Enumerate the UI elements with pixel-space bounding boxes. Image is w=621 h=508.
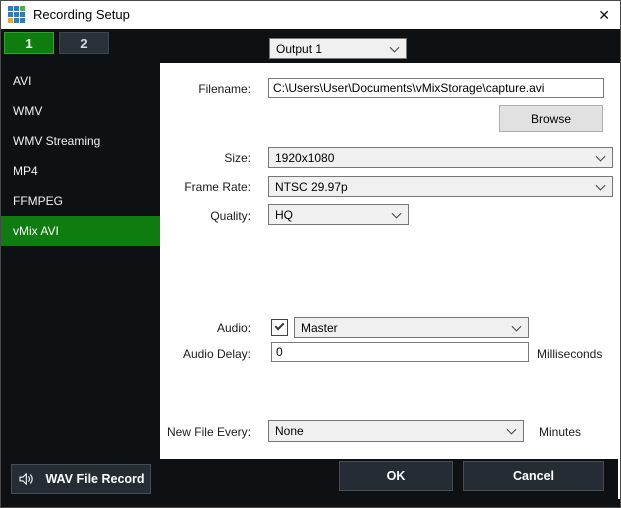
chevron-down-icon	[511, 321, 522, 332]
sidebar-item-avi[interactable]: AVI	[1, 66, 160, 96]
titlebar: Recording Setup ✕	[1, 1, 620, 29]
vmix-logo-icon	[8, 6, 26, 24]
cancel-button-label: Cancel	[513, 469, 554, 483]
chevron-down-icon	[506, 424, 517, 435]
minutes-label: Minutes	[539, 425, 582, 439]
audio-delay-input[interactable]	[271, 342, 529, 362]
sidebar-item-label: WMV	[13, 104, 43, 118]
tab-output-2[interactable]: 2	[59, 32, 109, 54]
quality-label: Quality:	[210, 209, 251, 223]
close-icon[interactable]: ✕	[598, 6, 610, 24]
output-select-value: Output 1	[276, 41, 323, 56]
sidebar-item-wmv-streaming[interactable]: WMV Streaming	[1, 126, 160, 156]
filename-label: Filename:	[198, 82, 251, 96]
ok-button[interactable]: OK	[339, 461, 453, 491]
quality-select-value: HQ	[275, 207, 293, 222]
speaker-icon	[19, 473, 34, 485]
audio-label: Audio:	[216, 321, 251, 335]
frame-rate-label: Frame Rate:	[184, 180, 251, 194]
sidebar-item-mp4[interactable]: MP4	[1, 156, 160, 186]
recording-setup-dialog: Recording Setup ✕ 1 2 Output 1 AVI WMV W…	[0, 0, 621, 508]
new-file-every-label: New File Every:	[166, 425, 251, 439]
wav-file-record-button[interactable]: WAV File Record	[11, 464, 151, 494]
output-select[interactable]: Output 1	[269, 38, 407, 59]
sidebar-item-label: AVI	[13, 74, 32, 88]
window-title: Recording Setup	[33, 7, 130, 22]
browse-button-label: Browse	[530, 111, 571, 126]
milliseconds-label: Milliseconds	[537, 347, 603, 361]
new-file-every-select[interactable]: None	[268, 420, 524, 442]
filename-input[interactable]	[268, 78, 604, 98]
new-file-every-value: None	[275, 424, 304, 438]
audio-bus-select[interactable]: Master	[294, 317, 529, 338]
frame-rate-select-value: NTSC 29.97p	[275, 179, 348, 194]
sidebar-item-ffmpeg[interactable]: FFMPEG	[1, 186, 160, 216]
sidebar-item-label: vMix AVI	[13, 224, 59, 238]
sidebar-item-wmv[interactable]: WMV	[1, 96, 160, 126]
sidebar-item-label: WMV Streaming	[13, 134, 101, 148]
ok-button-label: OK	[386, 469, 406, 483]
tab-output-1[interactable]: 1	[4, 32, 54, 54]
audio-delay-label: Audio Delay:	[182, 347, 251, 361]
chevron-down-icon	[389, 42, 400, 53]
size-label: Size:	[224, 151, 251, 165]
audio-checkbox[interactable]	[271, 319, 288, 336]
browse-button[interactable]: Browse	[499, 105, 603, 132]
wav-file-record-label: WAV File Record	[45, 472, 145, 486]
sidebar-item-vmix-avi[interactable]: vMix AVI	[1, 216, 160, 246]
chevron-down-icon	[391, 208, 402, 219]
size-select[interactable]: 1920x1080	[268, 147, 613, 168]
quality-select[interactable]: HQ	[268, 204, 409, 225]
sidebar-item-label: FFMPEG	[13, 194, 63, 208]
sidebar-item-label: MP4	[13, 164, 38, 178]
audio-bus-select-value: Master	[301, 320, 338, 335]
chevron-down-icon	[595, 151, 606, 162]
chevron-down-icon	[595, 180, 606, 191]
frame-rate-select[interactable]: NTSC 29.97p	[268, 176, 613, 197]
check-icon	[274, 320, 285, 331]
size-select-value: 1920x1080	[275, 150, 335, 165]
cancel-button[interactable]: Cancel	[463, 461, 604, 491]
